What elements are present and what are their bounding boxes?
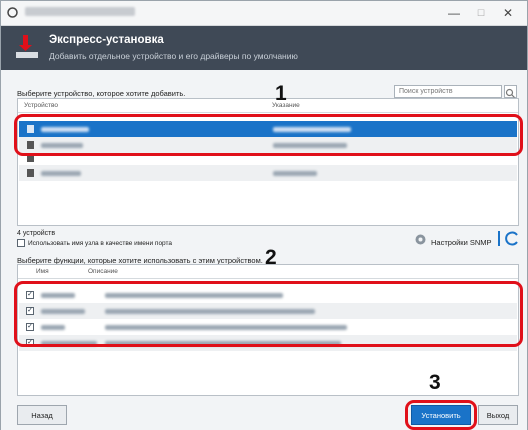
window-title bbox=[25, 7, 135, 16]
column-name[interactable]: Имя bbox=[36, 268, 49, 275]
snmp-settings-link[interactable]: Настройки SNMP bbox=[431, 238, 492, 247]
wizard-subtitle: Добавить отдельное устройство и его драй… bbox=[49, 51, 298, 61]
callout-box-functions bbox=[14, 281, 523, 347]
app-icon bbox=[7, 7, 18, 18]
device-row[interactable] bbox=[19, 165, 517, 181]
close-button[interactable]: ✕ bbox=[495, 4, 521, 22]
wizard-title: Экспресс-установка bbox=[49, 34, 164, 46]
callout-number-3: 3 bbox=[429, 371, 441, 394]
refresh-icon[interactable] bbox=[504, 230, 520, 247]
installer-window: — ☐ ✕ Экспресс-установка Добавить отдель… bbox=[0, 0, 528, 430]
back-button[interactable]: Назад bbox=[17, 405, 67, 425]
device-select-label: Выберите устройство, которое хотите доба… bbox=[17, 89, 186, 98]
use-host-name-label: Использовать имя узла в качестве имени п… bbox=[28, 240, 173, 247]
search-button[interactable] bbox=[504, 85, 517, 98]
device-count: 4 устройств bbox=[17, 230, 56, 237]
wizard-header: Экспресс-установка Добавить отдельное ус… bbox=[1, 26, 527, 70]
title-bar: — ☐ ✕ bbox=[1, 1, 527, 26]
device-name bbox=[41, 171, 81, 176]
separator bbox=[498, 231, 500, 246]
device-search-input[interactable] bbox=[394, 85, 502, 98]
column-device[interactable]: Устройство bbox=[24, 102, 58, 109]
callout-number-1: 1 bbox=[275, 82, 287, 105]
callout-number-2: 2 bbox=[265, 246, 277, 269]
maximize-button[interactable]: ☐ bbox=[468, 4, 494, 22]
minimize-button[interactable]: — bbox=[441, 4, 467, 22]
callout-box-devices bbox=[14, 114, 523, 156]
use-host-name-checkbox[interactable] bbox=[17, 239, 25, 247]
device-row[interactable] bbox=[19, 155, 517, 164]
printer-install-icon bbox=[16, 35, 38, 58]
device-icon bbox=[27, 169, 34, 177]
device-icon bbox=[27, 156, 34, 162]
device-list-header: Устройство Указание bbox=[18, 99, 518, 113]
device-location bbox=[273, 171, 317, 176]
exit-button[interactable]: Выход bbox=[478, 405, 518, 425]
column-description[interactable]: Описание bbox=[88, 268, 118, 275]
snmp-gear-icon bbox=[415, 234, 426, 245]
callout-box-install bbox=[405, 400, 477, 430]
